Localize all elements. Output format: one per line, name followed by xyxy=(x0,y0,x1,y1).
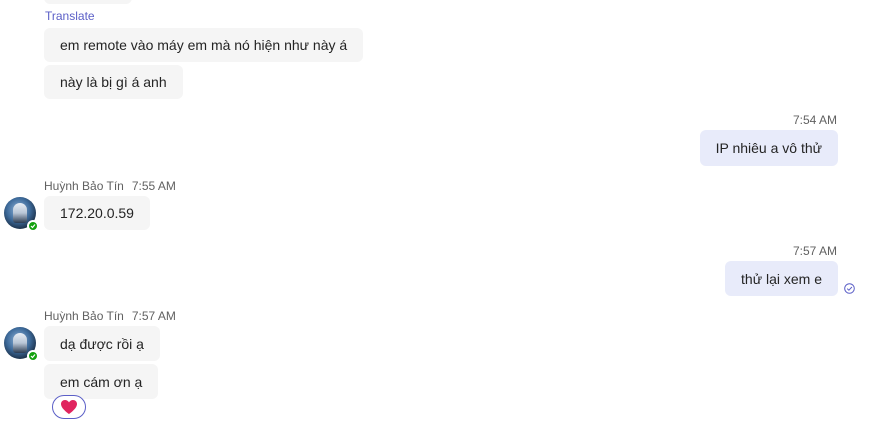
message-bubble[interactable]: em cám ơn ạ xyxy=(44,364,159,399)
message-bubble-own[interactable]: thử lại xem e xyxy=(725,261,838,296)
translate-link[interactable]: Translate xyxy=(45,9,95,23)
message-header: Huỳnh Bảo Tín 7:57 AM xyxy=(44,309,176,323)
sender-name[interactable]: Huỳnh Bảo Tín xyxy=(44,309,124,323)
heart-icon xyxy=(61,400,77,414)
presence-available-icon xyxy=(27,220,39,232)
message-bubble[interactable]: này là bị gì á anh xyxy=(44,65,183,99)
message-timestamp: 7:55 AM xyxy=(131,179,176,193)
message-bubble-own[interactable]: IP nhiêu a vô thử xyxy=(699,130,838,166)
message-timestamp: 7:54 AM xyxy=(792,113,837,127)
message-bubble[interactable]: 172.20.0.59 xyxy=(44,196,150,230)
message-bubble-partial xyxy=(44,0,132,4)
message-timestamp: 7:57 AM xyxy=(131,309,176,323)
message-bubble[interactable]: dạ được rồi ạ xyxy=(44,326,160,361)
reaction-chip[interactable] xyxy=(52,395,86,419)
presence-available-icon xyxy=(27,350,39,362)
avatar[interactable] xyxy=(4,197,39,232)
avatar[interactable] xyxy=(4,327,39,362)
sender-name[interactable]: Huỳnh Bảo Tín xyxy=(44,179,124,193)
message-bubble[interactable]: em remote vào máy em mà nó hiện như này … xyxy=(44,28,364,62)
avatar-image xyxy=(13,333,27,353)
message-header: Huỳnh Bảo Tín 7:55 AM xyxy=(44,179,176,193)
seen-check-icon xyxy=(844,283,855,294)
message-timestamp: 7:57 AM xyxy=(792,244,837,258)
avatar-image xyxy=(13,203,27,223)
